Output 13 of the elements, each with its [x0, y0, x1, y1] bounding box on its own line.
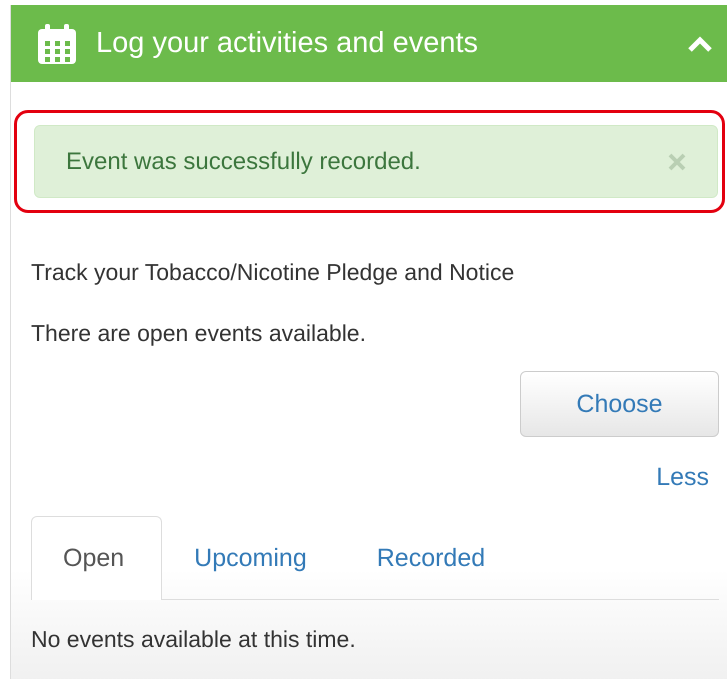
empty-message: No events available at this time. [31, 626, 357, 653]
tab[interactable]: Recorded [344, 516, 524, 600]
alert-message: Event was successfully recorded. [66, 148, 422, 176]
close-icon[interactable] [667, 152, 687, 172]
less-link[interactable]: Less [656, 463, 709, 492]
info-text: There are open events available. [31, 320, 367, 347]
tab[interactable]: Upcoming [162, 516, 345, 600]
calendar-icon [38, 24, 76, 64]
chevron-up-icon[interactable] [687, 34, 713, 52]
info-text: Track your Tobacco/Nicotine Pledge and Notice [31, 259, 516, 286]
choose-button[interactable]: Choose [520, 371, 719, 437]
tab[interactable]: Open [31, 516, 162, 600]
panel-title: Log your activities and events [96, 27, 480, 60]
